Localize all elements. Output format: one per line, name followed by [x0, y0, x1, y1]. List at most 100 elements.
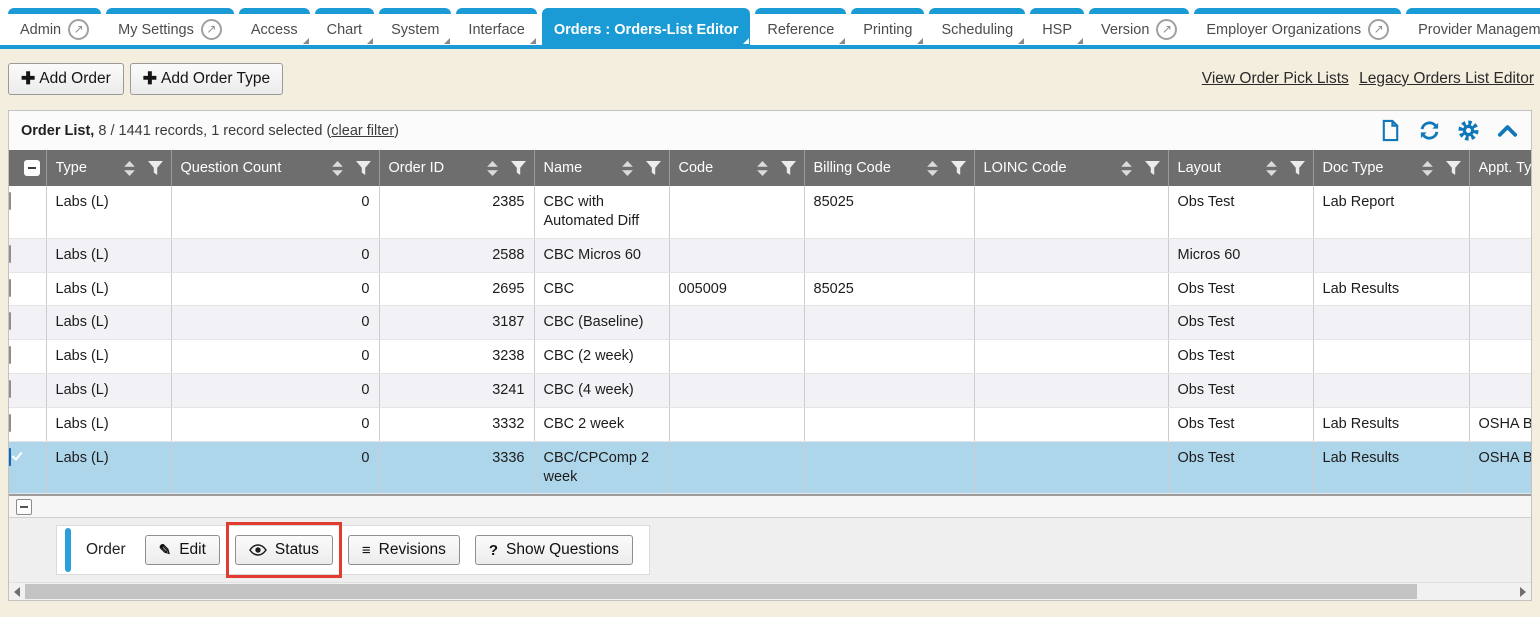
revisions-button[interactable]: ≡Revisions — [348, 535, 460, 565]
table-row[interactable]: Labs (L)02385CBC with Automated Diff8502… — [9, 186, 1531, 238]
filter-icon[interactable] — [356, 161, 371, 175]
column-label: LOINC Code — [984, 160, 1067, 176]
view-order-pick-lists-link[interactable]: View Order Pick Lists — [1202, 70, 1349, 87]
cell-loinc-code — [974, 186, 1168, 238]
collapse-chevron-icon[interactable] — [1496, 119, 1519, 142]
gear-icon[interactable] — [1457, 119, 1480, 142]
row-checkbox[interactable] — [9, 414, 11, 432]
row-checkbox[interactable] — [9, 312, 11, 330]
sort-icon[interactable] — [1421, 161, 1434, 176]
filter-icon[interactable] — [1290, 161, 1305, 175]
filter-icon[interactable] — [781, 161, 796, 175]
clear-filter-link[interactable]: clear filter — [331, 123, 394, 139]
tab-printing[interactable]: Printing — [851, 8, 924, 45]
tab-reference[interactable]: Reference — [755, 8, 846, 45]
column-label: Order ID — [389, 160, 445, 176]
row-checkbox[interactable] — [9, 192, 11, 210]
tab-my-settings[interactable]: My Settings↗ — [106, 8, 234, 45]
table-row[interactable]: Labs (L)03336CBC/CPComp 2 weekObs TestLa… — [9, 441, 1531, 494]
tab-version[interactable]: Version↗ — [1089, 8, 1189, 45]
new-document-icon[interactable] — [1379, 119, 1402, 142]
sort-icon[interactable] — [621, 161, 634, 176]
table-row[interactable]: Labs (L)02695CBC00500985025Obs TestLab R… — [9, 272, 1531, 306]
column-header-code[interactable]: Code — [669, 150, 804, 186]
sort-icon[interactable] — [926, 161, 939, 176]
tab-chart[interactable]: Chart — [315, 8, 374, 45]
filter-icon[interactable] — [1446, 161, 1461, 175]
select-all-checkbox[interactable] — [24, 160, 40, 176]
cell-name: CBC/CPComp 2 week — [534, 441, 669, 494]
question-icon: ? — [489, 542, 498, 559]
row-select-cell — [9, 272, 46, 306]
legacy-orders-list-editor-link[interactable]: Legacy Orders List Editor — [1359, 70, 1534, 87]
column-header-name[interactable]: Name — [534, 150, 669, 186]
sort-icon[interactable] — [756, 161, 769, 176]
filter-icon[interactable] — [511, 161, 526, 175]
external-link-icon[interactable]: ↗ — [68, 19, 89, 40]
cell-code — [669, 186, 804, 238]
filter-icon[interactable] — [148, 161, 163, 175]
collapse-minus-icon[interactable] — [16, 499, 32, 515]
tab-admin[interactable]: Admin↗ — [8, 8, 101, 45]
column-label: Doc Type — [1323, 160, 1384, 176]
row-checkbox[interactable] — [9, 448, 11, 466]
tab-label: Scheduling — [941, 22, 1013, 38]
column-header-loinc-code[interactable]: LOINC Code — [974, 150, 1168, 186]
column-header-billing-code[interactable]: Billing Code — [804, 150, 974, 186]
table-row[interactable]: Labs (L)03332CBC 2 weekObs TestLab Resul… — [9, 407, 1531, 441]
tab-employer-organizations[interactable]: Employer Organizations↗ — [1194, 8, 1401, 45]
external-link-icon[interactable]: ↗ — [201, 19, 222, 40]
tab-interface[interactable]: Interface — [456, 8, 536, 45]
filter-icon[interactable] — [1145, 161, 1160, 175]
table-row[interactable]: Labs (L)03187CBC (Baseline)Obs Test — [9, 306, 1531, 340]
row-checkbox[interactable] — [9, 380, 11, 398]
filter-icon[interactable] — [646, 161, 661, 175]
row-checkbox[interactable] — [9, 346, 11, 364]
external-link-icon[interactable]: ↗ — [1156, 19, 1177, 40]
column-header-type[interactable]: Type — [46, 150, 171, 186]
sort-icon[interactable] — [331, 161, 344, 176]
external-link-icon[interactable]: ↗ — [1368, 19, 1389, 40]
filter-icon[interactable] — [951, 161, 966, 175]
refresh-icon[interactable] — [1418, 119, 1441, 142]
detail-panel: Order ✎EditStatus≡Revisions?Show Questio… — [9, 518, 1531, 582]
add-order-type-button[interactable]: ✚ Add Order Type — [130, 63, 283, 95]
show-questions-button[interactable]: ?Show Questions — [475, 535, 633, 565]
column-header-order-id[interactable]: Order ID — [379, 150, 534, 186]
cell-billing-code: 85025 — [804, 272, 974, 306]
scroll-right-arrow-icon[interactable] — [1520, 587, 1526, 597]
tab-system[interactable]: System — [379, 8, 451, 45]
add-order-button[interactable]: ✚ Add Order — [8, 63, 124, 95]
sort-icon[interactable] — [1265, 161, 1278, 176]
tab-access[interactable]: Access — [239, 8, 310, 45]
tab-label: HSP — [1042, 22, 1072, 38]
edit-button[interactable]: ✎Edit — [145, 535, 220, 565]
cell-name: CBC (2 week) — [534, 340, 669, 374]
sort-icon[interactable] — [123, 161, 136, 176]
select-all-header[interactable] — [9, 150, 46, 186]
status-button[interactable]: Status — [235, 535, 333, 565]
table-row[interactable]: Labs (L)03238CBC (2 week)Obs Test — [9, 340, 1531, 374]
tab-orders-orders-list-editor[interactable]: Orders : Orders-List Editor — [542, 8, 751, 45]
table-row[interactable]: Labs (L)03241CBC (4 week)Obs Test — [9, 374, 1531, 408]
horizontal-scrollbar[interactable] — [9, 582, 1531, 600]
tab-scheduling[interactable]: Scheduling — [929, 8, 1025, 45]
cell-layout: Obs Test — [1168, 374, 1313, 408]
column-header-appt-ty[interactable]: Appt. Ty — [1469, 150, 1531, 186]
row-select-cell — [9, 238, 46, 272]
close-paren: ) — [394, 123, 399, 139]
row-checkbox[interactable] — [9, 245, 11, 263]
tab-hsp[interactable]: HSP — [1030, 8, 1084, 45]
scroll-left-arrow-icon[interactable] — [14, 587, 20, 597]
row-checkbox[interactable] — [9, 279, 11, 297]
column-header-question-count[interactable]: Question Count — [171, 150, 379, 186]
column-header-layout[interactable]: Layout — [1168, 150, 1313, 186]
action-bar: ✚ Add Order ✚ Add Order Type View Order … — [0, 49, 1540, 108]
sort-icon[interactable] — [486, 161, 499, 176]
column-header-doc-type[interactable]: Doc Type — [1313, 150, 1469, 186]
table-row[interactable]: Labs (L)02588CBC Micros 60Micros 60 — [9, 238, 1531, 272]
scrollbar-thumb[interactable] — [25, 584, 1417, 599]
sort-icon[interactable] — [1120, 161, 1133, 176]
cell-type: Labs (L) — [46, 306, 171, 340]
tab-provider-management[interactable]: Provider Management↗ — [1406, 8, 1540, 45]
